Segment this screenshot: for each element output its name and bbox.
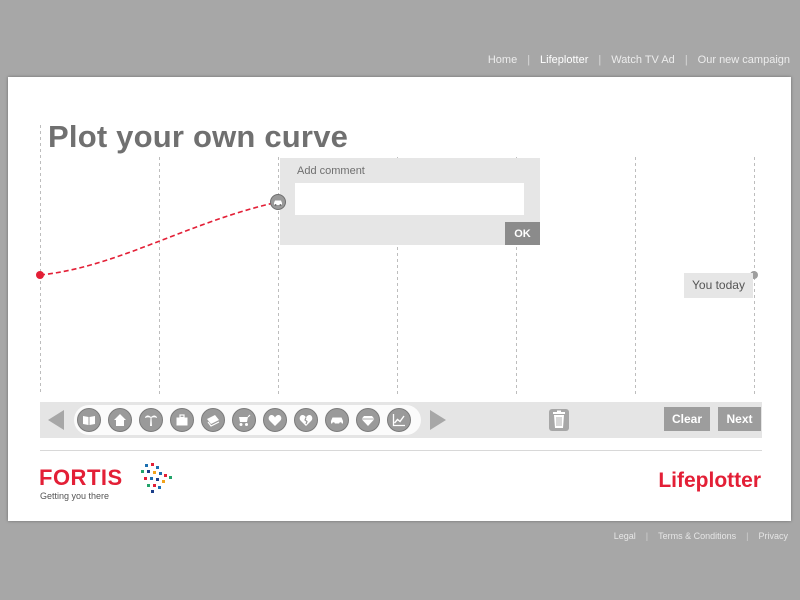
car-milestone-icon[interactable] (270, 194, 286, 210)
footer-link-privacy[interactable]: Privacy (758, 531, 788, 541)
heart-icon[interactable] (263, 408, 287, 432)
footer-nav: Legal | Terms & Conditions | Privacy (614, 531, 788, 541)
book-icon[interactable] (77, 408, 101, 432)
nav-separator: | (684, 54, 688, 66)
scroll-left-arrow-icon[interactable] (48, 410, 64, 430)
car-icon[interactable] (325, 408, 349, 432)
nav-separator: | (598, 54, 602, 66)
fortis-logo-icon (141, 463, 172, 493)
footer-divider (40, 450, 762, 451)
nav-link-watch-tv-ad[interactable]: Watch TV Ad (611, 54, 675, 66)
fortis-brand[interactable]: FORTIS Getting you there (39, 463, 189, 505)
footer-separator: | (746, 531, 749, 541)
nav-separator: | (527, 54, 531, 66)
footer-separator: | (645, 531, 649, 541)
clear-button[interactable]: Clear (664, 407, 710, 431)
icon-strip (74, 405, 421, 435)
trash-icon[interactable] (549, 409, 569, 431)
briefcase-icon[interactable] (170, 408, 194, 432)
house-icon[interactable] (108, 408, 132, 432)
diamond-icon[interactable] (356, 408, 380, 432)
add-comment-label: Add comment (297, 165, 365, 177)
footer-link-terms[interactable]: Terms & Conditions (658, 531, 736, 541)
broken-heart-icon[interactable] (294, 408, 318, 432)
icon-toolbar: Clear Next (40, 402, 762, 438)
pram-icon[interactable] (232, 408, 256, 432)
nav-link-our-new-campaign[interactable]: Our new campaign (698, 54, 790, 66)
main-panel: Plot your own curve Add comment OK You t… (8, 77, 791, 521)
line-chart-icon[interactable] (387, 408, 411, 432)
scroll-right-arrow-icon[interactable] (430, 410, 446, 430)
you-today-label: You today (684, 273, 753, 298)
fortis-tagline: Getting you there (40, 491, 110, 501)
fortis-wordmark: FORTIS (39, 465, 123, 490)
footer-link-legal[interactable]: Legal (614, 531, 636, 541)
lifeplotter-logo: Lifeplotter (658, 469, 761, 492)
page-title: Plot your own curve (48, 119, 349, 154)
comment-input[interactable] (295, 183, 524, 215)
add-comment-popup: Add comment OK (280, 158, 540, 245)
nav-link-home[interactable]: Home (488, 54, 517, 66)
next-button[interactable]: Next (718, 407, 761, 431)
top-nav: Home | Lifeplotter | Watch TV Ad | Our n… (488, 54, 790, 66)
palm-tree-icon[interactable] (139, 408, 163, 432)
money-icon[interactable] (201, 408, 225, 432)
nav-link-lifeplotter[interactable]: Lifeplotter (540, 54, 588, 66)
ok-button[interactable]: OK (505, 222, 540, 245)
curve-start-point (36, 271, 44, 279)
